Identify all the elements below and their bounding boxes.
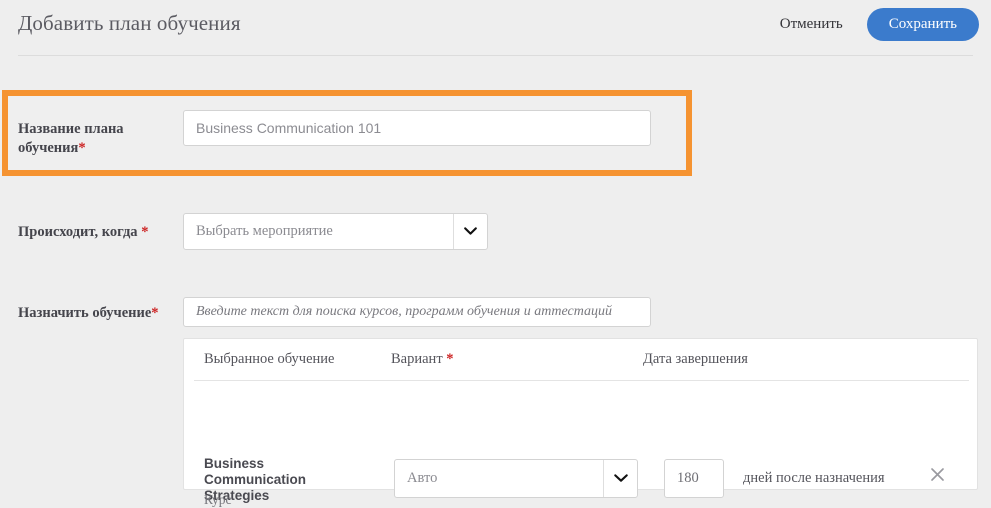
training-table-card: Выбранное обучение Вариант * Дата заверш… — [183, 338, 978, 507]
occurs-when-selected-value: Выбрать мероприятие — [196, 223, 333, 239]
chevron-down-icon — [453, 214, 487, 249]
column-header-variant-text: Вариант — [391, 351, 443, 367]
column-header-selected-training: Выбранное обучение — [204, 351, 335, 367]
row-variant-selected-value: Авто — [407, 470, 438, 486]
occurs-when-select[interactable]: Выбрать мероприятие — [183, 213, 488, 250]
close-icon[interactable] — [926, 463, 948, 485]
form-area: Название плана обучения* Происходит, ког… — [0, 56, 991, 508]
row-days-input[interactable] — [664, 459, 724, 498]
occurs-when-label: Происходит, когда * — [18, 223, 178, 242]
column-header-variant: Вариант * — [391, 351, 454, 368]
chevron-down-icon — [603, 460, 637, 497]
header-actions: Отменить Сохранить — [778, 8, 979, 41]
cancel-button[interactable]: Отменить — [778, 10, 845, 39]
assign-training-search-input[interactable] — [183, 297, 651, 327]
assign-training-label-text: Назначить обучение — [18, 305, 152, 321]
row-training-type: Курс — [204, 492, 232, 507]
assign-training-label: Назначить обучение* — [18, 304, 188, 323]
occurs-when-label-text: Происходит, когда — [18, 224, 138, 240]
column-header-due-date: Дата завершения — [643, 351, 748, 367]
occurs-when-required-marker: * — [141, 224, 149, 240]
training-table-header: Выбранное обучение Вариант * Дата заверш… — [184, 339, 977, 380]
plan-name-required-marker: * — [78, 140, 86, 156]
plan-name-input[interactable] — [183, 110, 651, 146]
plan-name-label: Название плана обучения* — [18, 120, 168, 158]
assign-training-required-marker: * — [151, 305, 159, 321]
variant-required-marker: * — [446, 351, 454, 367]
row-variant-select[interactable]: Авто — [394, 459, 638, 498]
page-header: Добавить план обучения Отменить Сохранит… — [0, 0, 991, 56]
save-button[interactable]: Сохранить — [866, 8, 979, 41]
row-days-suffix-label: дней после назначения — [743, 470, 885, 486]
table-header-divider — [194, 380, 969, 381]
page-title: Добавить план обучения — [18, 11, 241, 35]
plan-name-label-text: Название плана обучения — [18, 121, 124, 156]
